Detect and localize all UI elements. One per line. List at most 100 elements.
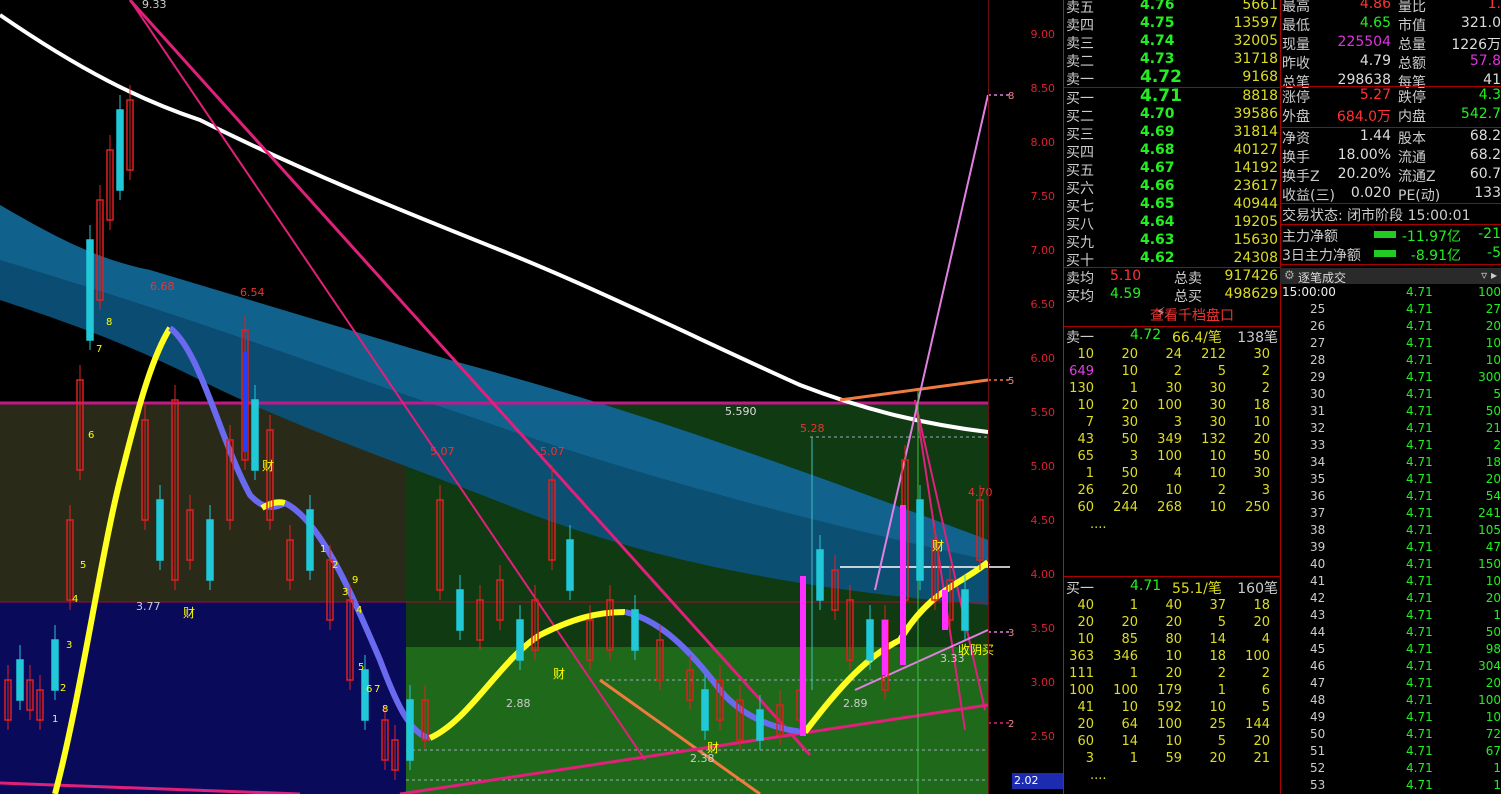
order-volume: 31718 (1233, 51, 1278, 67)
sell-level[interactable]: 卖五 4.76 5661 (1064, 0, 1280, 16)
queue-cell: 3 (1173, 415, 1182, 430)
buy-level[interactable]: 买九 4.63 15630 (1064, 232, 1280, 251)
label-high: 9.33 (142, 0, 167, 11)
net-bar (1374, 250, 1396, 257)
total-value: 917426 (1224, 268, 1278, 284)
queue-count: 160笔 (1237, 581, 1278, 597)
tick-price: 4.71 (1406, 693, 1433, 707)
tick-price: 4.71 (1406, 370, 1433, 384)
kline-chart[interactable]: 9.33 6.54 6.68 3.77 5.07 5.07 5.590 5.28… (0, 0, 1062, 794)
candle-body (406, 699, 414, 761)
quote-label: 市值 (1398, 18, 1426, 34)
tick-time: 31 (1310, 404, 1326, 418)
buy-level[interactable]: 买四 4.68 40127 (1064, 142, 1280, 161)
sell1-queue-row: 10 20 24 212 30 (1064, 347, 1280, 364)
queue-cell: 20 (1121, 347, 1138, 362)
count-label: 1 (320, 544, 326, 555)
queue-cell: 2 (1173, 364, 1182, 379)
buy-level[interactable]: 买五 4.67 14192 (1064, 160, 1280, 179)
tick-time: 40 (1310, 557, 1326, 571)
queue-cell: 41 (1077, 700, 1094, 715)
order-price: 4.66 (1140, 178, 1175, 194)
tick-price: 4.71 (1406, 557, 1433, 571)
tick-price: 4.71 (1406, 472, 1433, 486)
tick-price: 4.71 (1406, 761, 1433, 775)
tick-volume: 1 (1493, 608, 1501, 622)
queue-cell: 40 (1077, 598, 1094, 613)
candle-body (566, 539, 574, 591)
quote-label: 最低 (1282, 18, 1310, 34)
queue-per: 66.4/笔 (1172, 330, 1222, 346)
buy-level[interactable]: 买三 4.69 31814 (1064, 124, 1280, 143)
candle-body (866, 619, 874, 661)
buy-level[interactable]: 买一 4.71 8818 (1064, 86, 1280, 107)
queue-cell: 20 (1253, 734, 1270, 749)
count-label: 3 (66, 640, 72, 651)
view-1000-depth-button[interactable]: ⚡ 查看千档盘口 (1064, 305, 1280, 325)
sell-level[interactable]: 卖一 4.72 9168 (1064, 67, 1280, 88)
order-price: 4.65 (1140, 196, 1175, 212)
tick-volume: 21 (1485, 421, 1501, 435)
queue-per: 55.1/笔 (1172, 581, 1222, 597)
queue-cell: 10 (1077, 398, 1094, 413)
candle-body (800, 576, 806, 736)
queue-cell: 130 (1069, 381, 1094, 396)
sell-level[interactable]: 卖三 4.74 32005 (1064, 33, 1280, 52)
queue-cell: 10 (1121, 700, 1138, 715)
buy-level[interactable]: 买二 4.70 39586 (1064, 106, 1280, 125)
queue-cell: 1 (1129, 598, 1138, 613)
tick-volume: 10 (1485, 574, 1501, 588)
tick-price: 4.71 (1406, 540, 1433, 554)
buy-level[interactable]: 买六 4.66 23617 (1064, 178, 1280, 197)
candle-body (916, 499, 924, 581)
queue-cell: .... (1090, 768, 1107, 783)
queue-cell: 244 (1113, 500, 1138, 515)
queue-cell: 268 (1157, 500, 1182, 515)
buy-level[interactable]: 买七 4.65 40944 (1064, 196, 1280, 215)
candle-body (156, 499, 164, 561)
quote-value: 60.7 (1469, 166, 1501, 182)
label-288: 2.88 (506, 697, 531, 710)
queue-price: 4.71 (1130, 578, 1162, 594)
price-axis-tick: 8.00 (1030, 136, 1056, 149)
net-label: 3日主力净额 (1282, 248, 1361, 264)
tick-price: 4.71 (1406, 727, 1433, 741)
queue-cell: 18 (1209, 649, 1226, 664)
order-book: 卖五 4.76 5661 卖四 4.75 13597 卖三 4.74 32005 卖二 4.73 31… (1063, 0, 1281, 794)
tick-time: 32 (1310, 421, 1326, 435)
divider (1280, 224, 1501, 225)
quote-row: 收益(三) 0.020 PE(动) 133 (1282, 185, 1501, 204)
tick-price: 4.71 (1406, 676, 1433, 690)
gear-icon[interactable]: ⚙ (1284, 268, 1295, 282)
order-volume: 31814 (1233, 124, 1278, 140)
tick-time: 46 (1310, 659, 1326, 673)
tick-row: 53 4.71 1 (1280, 778, 1501, 794)
tick-row: 51 4.71 67 (1280, 744, 1501, 761)
buy-level[interactable]: 买八 4.64 19205 (1064, 214, 1280, 233)
order-volume: 19205 (1233, 214, 1278, 230)
tick-volume: 47 (1485, 540, 1501, 554)
queue-cell: 1 (1129, 666, 1138, 681)
chevron-down-icon[interactable]: ▿ ▸ (1481, 268, 1497, 282)
buy-level[interactable]: 买十 4.62 24308 (1064, 250, 1280, 269)
queue-cell: 21 (1253, 751, 1270, 766)
queue-cell: 50 (1253, 449, 1270, 464)
tick-price: 4.71 (1406, 438, 1433, 452)
divider (1280, 86, 1501, 87)
ticks-header-label: 逐笔成交 (1298, 271, 1347, 285)
tick-volume: 18 (1485, 455, 1501, 469)
count-label: 7 (96, 344, 102, 355)
tick-row: 26 4.71 20 (1280, 319, 1501, 336)
sell1-queue-row: 65 3 100 10 50 (1064, 449, 1280, 466)
quote-row: 最高 4.86 量比 1. (1282, 0, 1501, 15)
ticks-header[interactable]: ⚙ 逐笔成交 ▿ ▸ (1280, 268, 1501, 285)
order-price: 4.71 (1140, 86, 1182, 106)
order-label: 买六 (1066, 181, 1094, 197)
order-volume: 8818 (1242, 88, 1278, 104)
sell-level[interactable]: 卖四 4.75 13597 (1064, 15, 1280, 34)
candle-body (306, 509, 314, 571)
avg-row: 卖均 5.10 总卖 917426 (1064, 268, 1280, 287)
tick-row: 46 4.71 304 (1280, 659, 1501, 676)
price-axis-tick: 3.00 (1030, 676, 1056, 689)
quote-label: 内盘 (1398, 109, 1426, 125)
